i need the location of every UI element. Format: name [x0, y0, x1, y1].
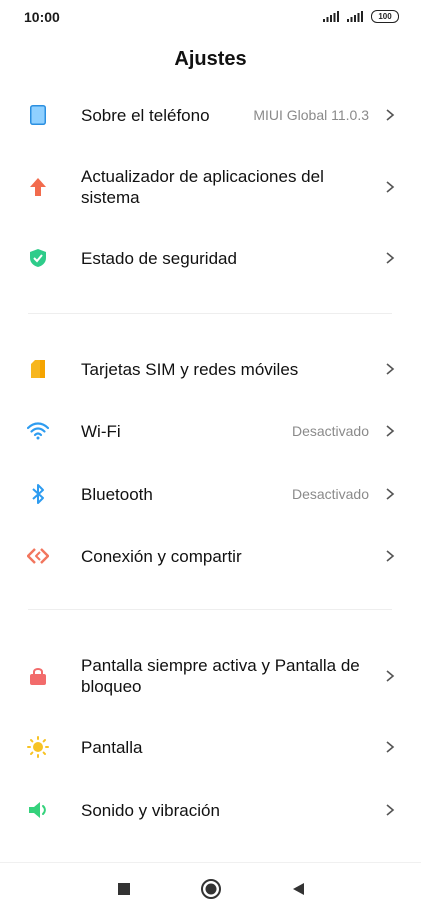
settings-item-wifi[interactable]: Wi-Fi Desactivado — [0, 411, 421, 451]
settings-item-sim-cards[interactable]: Tarjetas SIM y redes móviles — [0, 349, 421, 389]
arrow-up-icon — [26, 175, 50, 199]
wifi-icon — [26, 419, 50, 443]
settings-item-label: Tarjetas SIM y redes móviles — [81, 359, 299, 379]
back-icon[interactable] — [286, 877, 310, 901]
settings-item-sound-vibration[interactable]: Sonido y vibración — [0, 790, 421, 830]
chevron-right-icon — [386, 109, 395, 121]
settings-item-about-phone[interactable]: Sobre el teléfono MIUI Global 11.0.3 — [0, 95, 421, 135]
status-icons: 100 — [323, 10, 399, 23]
battery-icon: 100 — [371, 10, 399, 23]
settings-item-label: Estado de seguridad — [81, 248, 237, 268]
chevron-right-icon — [386, 741, 395, 753]
phone-icon — [26, 103, 50, 127]
settings-item-label: Pantalla siempre activa y Pantalla de bl… — [81, 656, 360, 696]
settings-item-value: Desactivado — [291, 486, 369, 502]
divider — [28, 609, 392, 610]
settings-item-always-on-lock-screen[interactable]: Pantalla siempre activa y Pantalla de bl… — [0, 654, 421, 698]
navigation-bar — [0, 862, 421, 915]
settings-item-label: Conexión y compartir — [81, 546, 242, 566]
settings-item-display[interactable]: Pantalla — [0, 727, 421, 767]
settings-item-value: Desactivado — [291, 423, 369, 439]
settings-item-value: MIUI Global 11.0.3 — [253, 107, 369, 123]
bluetooth-icon — [26, 482, 50, 506]
speaker-icon — [26, 798, 50, 822]
signal-icon — [347, 11, 363, 22]
status-time: 10:00 — [24, 9, 60, 25]
divider — [28, 313, 392, 314]
share-connection-icon — [26, 544, 50, 568]
sim-card-icon — [26, 357, 50, 381]
settings-item-bluetooth[interactable]: Bluetooth Desactivado — [0, 474, 421, 514]
shield-check-icon — [26, 246, 50, 270]
settings-item-system-app-updater[interactable]: Actualizador de aplicaciones del sistema — [0, 165, 421, 209]
status-bar: 10:00 100 — [0, 0, 421, 36]
chevron-right-icon — [386, 804, 395, 816]
chevron-right-icon — [386, 181, 395, 193]
settings-item-label: Actualizador de aplicaciones del sistema — [81, 167, 324, 207]
page-title: Ajustes — [174, 48, 247, 70]
chevron-right-icon — [386, 363, 395, 375]
lock-icon — [26, 664, 50, 688]
chevron-right-icon — [386, 425, 395, 437]
recents-icon[interactable] — [112, 877, 136, 901]
chevron-right-icon — [386, 488, 395, 500]
home-icon[interactable] — [199, 877, 223, 901]
settings-item-label: Pantalla — [81, 737, 143, 757]
settings-item-security-status[interactable]: Estado de seguridad — [0, 238, 421, 278]
chevron-right-icon — [386, 550, 395, 562]
sun-icon — [26, 735, 50, 759]
settings-item-connection-sharing[interactable]: Conexión y compartir — [0, 536, 421, 576]
chevron-right-icon — [386, 252, 395, 264]
signal-icon — [323, 11, 339, 22]
chevron-right-icon — [386, 670, 395, 682]
settings-item-label: Sonido y vibración — [81, 800, 220, 820]
